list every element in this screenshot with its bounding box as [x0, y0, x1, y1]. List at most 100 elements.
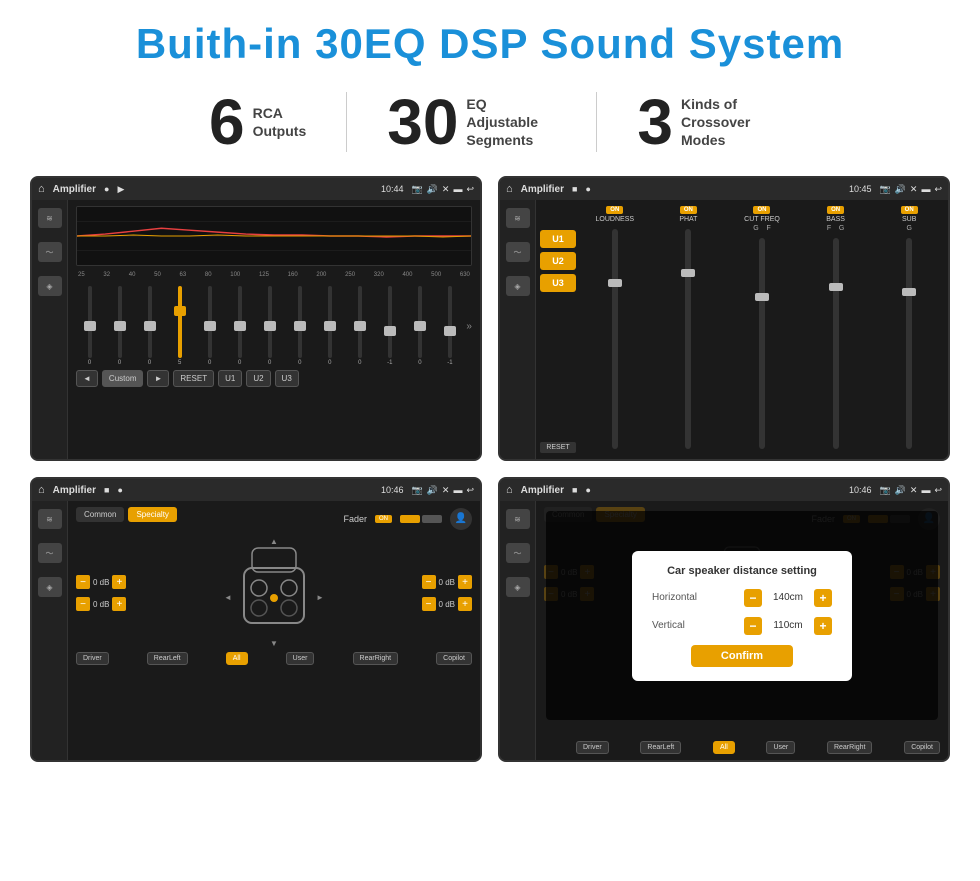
bass-on-badge[interactable]: ON: [827, 206, 844, 214]
cutfreq-on-badge[interactable]: ON: [753, 206, 770, 214]
crossover-home-icon[interactable]: ⌂: [506, 183, 513, 195]
eq-volume-icon: 🔊: [427, 184, 438, 195]
fader-back-icon[interactable]: ↩: [466, 485, 474, 496]
eq-u2-btn[interactable]: U2: [246, 370, 270, 387]
crossover-reset-btn[interactable]: RESET: [540, 442, 576, 453]
crossover-back-icon[interactable]: ↩: [934, 184, 942, 195]
distance-camera-icon: 📷: [879, 485, 890, 496]
fader-settings-icon[interactable]: 👤: [450, 508, 472, 530]
crossover-battery-icon: ▬: [921, 184, 930, 195]
crossover-u3-btn[interactable]: U3: [540, 274, 576, 292]
fader-right-db: − 0 dB + − 0 dB +: [422, 575, 472, 611]
distance-all-btn[interactable]: All: [713, 741, 735, 754]
fader-db-value-1: 0 dB: [93, 578, 109, 587]
fader-on-badge[interactable]: ON: [375, 515, 392, 523]
fader-db-plus-4[interactable]: +: [458, 597, 472, 611]
eq-sidebar-wave-icon[interactable]: 〜: [38, 242, 62, 262]
phat-on-badge[interactable]: ON: [680, 206, 697, 214]
fader-db-minus-3[interactable]: −: [422, 575, 436, 589]
eq-slider-4[interactable]: 5: [166, 286, 193, 366]
eq-prev-btn[interactable]: ◄: [76, 370, 98, 387]
fader-driver-btn[interactable]: Driver: [76, 652, 109, 665]
fader-sidebar-speaker-icon[interactable]: ◈: [38, 577, 62, 597]
fader-tab-common[interactable]: Common: [76, 507, 124, 522]
fader-topbar: ⌂ Amplifier ■ ● 10:46 📷 🔊 ✕ ▬ ↩: [32, 479, 480, 501]
fader-db-plus-2[interactable]: +: [112, 597, 126, 611]
eq-back-icon[interactable]: ↩: [466, 184, 474, 195]
eq-custom-btn[interactable]: Custom: [102, 370, 144, 387]
fader-bottom-btns: Driver RearLeft All User RearRight Copil…: [76, 652, 472, 665]
fader-db-minus-4[interactable]: −: [422, 597, 436, 611]
fader-db-plus-1[interactable]: +: [112, 575, 126, 589]
distance-sidebar-speaker-icon[interactable]: ◈: [506, 577, 530, 597]
fader-db-minus-2[interactable]: −: [76, 597, 90, 611]
sub-on-badge[interactable]: ON: [901, 206, 918, 214]
crossover-sidebar-wave-icon[interactable]: 〜: [506, 242, 530, 262]
dialog-horizontal-plus[interactable]: +: [814, 589, 832, 607]
distance-copilot-btn[interactable]: Copilot: [904, 741, 940, 754]
fader-rearleft-btn[interactable]: RearLeft: [147, 652, 188, 665]
eq-slider-6[interactable]: 0: [226, 286, 253, 366]
eq-topbar: ⌂ Amplifier ● ▶ 10:44 📷 🔊 ✕ ▬ ↩: [32, 178, 480, 200]
eq-sidebar-speaker-icon[interactable]: ◈: [38, 276, 62, 296]
distance-time: 10:46: [849, 485, 872, 495]
loudness-on-badge[interactable]: ON: [606, 206, 623, 214]
distance-home-icon[interactable]: ⌂: [506, 484, 513, 496]
sub-slider[interactable]: [906, 238, 912, 449]
eq-u1-btn[interactable]: U1: [218, 370, 242, 387]
eq-home-icon[interactable]: ⌂: [38, 183, 45, 195]
fader-tab-specialty[interactable]: Specialty: [128, 507, 176, 522]
distance-back-icon[interactable]: ↩: [934, 485, 942, 496]
distance-sidebar-eq-icon[interactable]: ≋: [506, 509, 530, 529]
eq-slider-13[interactable]: -1: [436, 286, 463, 366]
eq-next-btn[interactable]: ►: [147, 370, 169, 387]
dialog-horizontal-minus[interactable]: −: [744, 589, 762, 607]
crossover-sidebar-speaker-icon[interactable]: ◈: [506, 276, 530, 296]
fader-db-value-2: 0 dB: [93, 600, 109, 609]
eq-slider-8[interactable]: 0: [286, 286, 313, 366]
bass-slider[interactable]: [833, 238, 839, 449]
fader-home-icon[interactable]: ⌂: [38, 484, 45, 496]
dialog-vertical-minus[interactable]: −: [744, 617, 762, 635]
crossover-u1-btn[interactable]: U1: [540, 230, 576, 248]
eq-reset-btn[interactable]: RESET: [173, 370, 214, 387]
crossover-title: Amplifier: [521, 184, 564, 195]
eq-slider-3[interactable]: 0: [136, 286, 163, 366]
fader-sidebar-eq-icon[interactable]: ≋: [38, 509, 62, 529]
fader-rearright-btn[interactable]: RearRight: [353, 652, 399, 665]
distance-rearright-btn[interactable]: RearRight: [827, 741, 873, 754]
eq-slider-12[interactable]: 0: [406, 286, 433, 366]
distance-driver-btn[interactable]: Driver: [576, 741, 609, 754]
eq-slider-1[interactable]: 0: [76, 286, 103, 366]
fader-copilot-btn[interactable]: Copilot: [436, 652, 472, 665]
eq-camera-icon: 📷: [411, 184, 422, 195]
eq-u3-btn[interactable]: U3: [275, 370, 299, 387]
dialog-vertical-plus[interactable]: +: [814, 617, 832, 635]
crossover-u2-btn[interactable]: U2: [540, 252, 576, 270]
fader-sidebar-wave-icon[interactable]: 〜: [38, 543, 62, 563]
distance-rearleft-btn[interactable]: RearLeft: [640, 741, 681, 754]
eq-slider-9[interactable]: 0: [316, 286, 343, 366]
crossover-sidebar-eq-icon[interactable]: ≋: [506, 208, 530, 228]
screenshots-grid: ⌂ Amplifier ● ▶ 10:44 📷 🔊 ✕ ▬ ↩ ≋ 〜 ◈: [30, 176, 950, 762]
fader-all-btn[interactable]: All: [226, 652, 248, 665]
channel-cutfreq: ON CUT FREQ G F: [727, 206, 797, 453]
cutfreq-slider[interactable]: [759, 238, 765, 449]
eq-slider-5[interactable]: 0: [196, 286, 223, 366]
stat-crossover: 3 Kinds ofCrossover Modes: [597, 90, 811, 154]
fader-user-btn[interactable]: User: [286, 652, 315, 665]
fader-db-minus-1[interactable]: −: [76, 575, 90, 589]
eq-sidebar-eq-icon[interactable]: ≋: [38, 208, 62, 228]
loudness-slider[interactable]: [612, 229, 618, 449]
eq-slider-7[interactable]: 0: [256, 286, 283, 366]
distance-sidebar-wave-icon[interactable]: 〜: [506, 543, 530, 563]
fader-main-area: Common Specialty Fader ON 👤: [68, 501, 480, 760]
eq-slider-2[interactable]: 0: [106, 286, 133, 366]
dialog-confirm-button[interactable]: Confirm: [691, 645, 793, 667]
distance-user-btn[interactable]: User: [766, 741, 795, 754]
fader-db-plus-3[interactable]: +: [458, 575, 472, 589]
phat-slider[interactable]: [685, 229, 691, 449]
fader-volume-icon: 🔊: [427, 485, 438, 496]
eq-slider-10[interactable]: 0: [346, 286, 373, 366]
eq-slider-11[interactable]: -1: [376, 286, 403, 366]
